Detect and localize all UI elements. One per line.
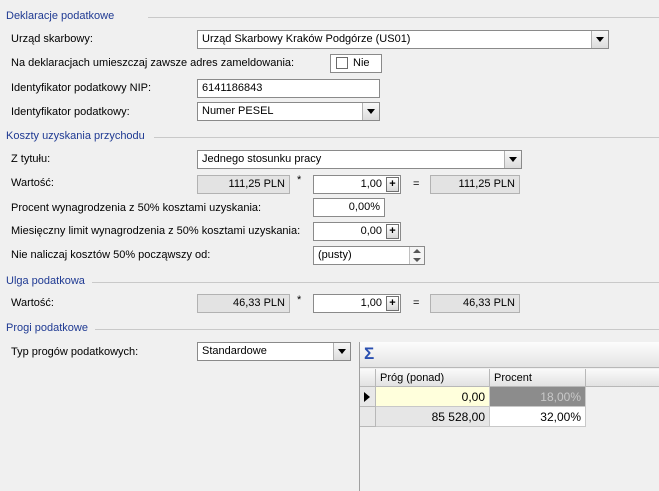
section-title-ulga: Ulga podatkowa bbox=[6, 275, 85, 287]
urzad-label: Urząd skarbowy: bbox=[11, 33, 93, 45]
typ-progow-select[interactable]: Standardowe bbox=[197, 342, 351, 361]
multiply-sign: * bbox=[297, 174, 302, 186]
plus-icon: + bbox=[389, 297, 396, 309]
plus-icon: + bbox=[389, 225, 396, 237]
limit-input[interactable]: 0,00 + bbox=[313, 222, 401, 241]
chevron-down-icon bbox=[367, 109, 375, 114]
row-indicator[interactable] bbox=[360, 407, 376, 427]
tytul-dropdown-button[interactable] bbox=[504, 151, 521, 168]
spin-down-icon bbox=[413, 258, 421, 262]
section-divider bbox=[95, 329, 659, 330]
ulga-factor-value: 1,00 bbox=[360, 297, 382, 309]
nip-input[interactable]: 6141186843 bbox=[197, 79, 380, 98]
urzad-dropdown-button[interactable] bbox=[591, 31, 608, 48]
table-cell-prog[interactable]: 85 528,00 bbox=[376, 407, 490, 427]
column-header-empty bbox=[586, 369, 659, 387]
multiply-sign: * bbox=[297, 294, 302, 306]
plus-icon: + bbox=[389, 178, 396, 190]
koszty-factor-input[interactable]: 1,00 + bbox=[313, 175, 401, 194]
procent-label: Procent wynagrodzenia z 50% kosztami uzy… bbox=[11, 202, 262, 214]
nip-label: Identyfikator podatkowy NIP: bbox=[11, 82, 152, 94]
tytul-select[interactable]: Jednego stosunku pracy bbox=[197, 150, 522, 169]
current-row-icon bbox=[364, 392, 370, 402]
grid-corner bbox=[360, 369, 376, 387]
limit-label: Miesięczny limit wynagrodzenia z 50% kos… bbox=[11, 225, 301, 237]
section-divider bbox=[148, 17, 659, 18]
table-cell-prog[interactable]: 0,00 bbox=[376, 387, 490, 407]
section-divider bbox=[154, 137, 659, 138]
row-indicator[interactable] bbox=[360, 387, 376, 407]
progi-grid: Σ Próg (ponad) Procent 0,00 18,00% 85 52… bbox=[359, 342, 659, 491]
ulga-factor-input[interactable]: 1,00 + bbox=[313, 294, 401, 313]
koszty-wartosc-label: Wartość: bbox=[11, 177, 54, 189]
equals-sign: = bbox=[413, 178, 420, 190]
section-title-deklaracje: Deklaracje podatkowe bbox=[6, 10, 115, 22]
ulga-wartosc-base: 46,33 PLN bbox=[197, 294, 290, 313]
chevron-down-icon bbox=[596, 37, 604, 42]
spin-up-icon bbox=[413, 249, 421, 253]
spin-button[interactable] bbox=[409, 247, 424, 264]
checkbox-icon bbox=[336, 57, 348, 69]
section-title-progi: Progi podatkowe bbox=[6, 322, 88, 334]
ulga-wartosc-result: 46,33 PLN bbox=[430, 294, 520, 313]
identyfikator-label: Identyfikator podatkowy: bbox=[11, 106, 130, 118]
nie-naliczaj-date-input[interactable]: (pusty) bbox=[313, 246, 425, 265]
plus-button[interactable]: + bbox=[386, 177, 399, 192]
koszty-wartosc-base: 111,25 PLN bbox=[197, 175, 290, 194]
nie-naliczaj-label: Nie naliczaj kosztów 50% począwszy od: bbox=[11, 249, 211, 261]
grid-toolbar: Σ bbox=[360, 342, 659, 368]
nie-naliczaj-value: (pusty) bbox=[318, 249, 352, 261]
section-title-koszty: Koszty uzyskania przychodu bbox=[6, 130, 145, 142]
identyfikator-dropdown-button[interactable] bbox=[362, 103, 379, 120]
identyfikator-value: Numer PESEL bbox=[202, 105, 274, 117]
table-cell-procent[interactable]: 18,00% bbox=[490, 387, 586, 407]
koszty-wartosc-result: 111,25 PLN bbox=[430, 175, 520, 194]
procent-input[interactable]: 0,00% bbox=[313, 198, 385, 217]
typ-progow-value: Standardowe bbox=[202, 345, 267, 357]
equals-sign: = bbox=[413, 297, 420, 309]
identyfikator-select[interactable]: Numer PESEL bbox=[197, 102, 380, 121]
urzad-skarbowy-select[interactable]: Urząd Skarbowy Kraków Podgórze (US01) bbox=[197, 30, 609, 49]
chevron-down-icon bbox=[338, 349, 346, 354]
adres-label: Na deklaracjach umieszczaj zawsze adres … bbox=[11, 57, 295, 69]
column-header-procent[interactable]: Procent bbox=[490, 369, 586, 387]
urzad-skarbowy-value: Urząd Skarbowy Kraków Podgórze (US01) bbox=[202, 33, 411, 45]
section-divider bbox=[92, 282, 659, 283]
plus-button[interactable]: + bbox=[386, 224, 399, 239]
chevron-down-icon bbox=[509, 157, 517, 162]
table-cell-procent[interactable]: 32,00% bbox=[490, 407, 586, 427]
adres-zameldowania-checkbox[interactable]: Nie bbox=[330, 54, 382, 73]
sigma-icon[interactable]: Σ bbox=[364, 344, 374, 364]
typ-progow-label: Typ progów podatkowych: bbox=[11, 346, 139, 358]
column-header-prog[interactable]: Próg (ponad) bbox=[376, 369, 490, 387]
limit-value: 0,00 bbox=[360, 225, 382, 237]
tytul-value: Jednego stosunku pracy bbox=[202, 153, 322, 165]
ulga-wartosc-label: Wartość: bbox=[11, 297, 54, 309]
plus-button[interactable]: + bbox=[386, 296, 399, 311]
typ-progow-dropdown-button[interactable] bbox=[333, 343, 350, 360]
koszty-factor-value: 1,00 bbox=[360, 178, 382, 190]
adres-checkbox-label: Nie bbox=[353, 57, 370, 69]
tytul-label: Z tytułu: bbox=[11, 153, 51, 165]
